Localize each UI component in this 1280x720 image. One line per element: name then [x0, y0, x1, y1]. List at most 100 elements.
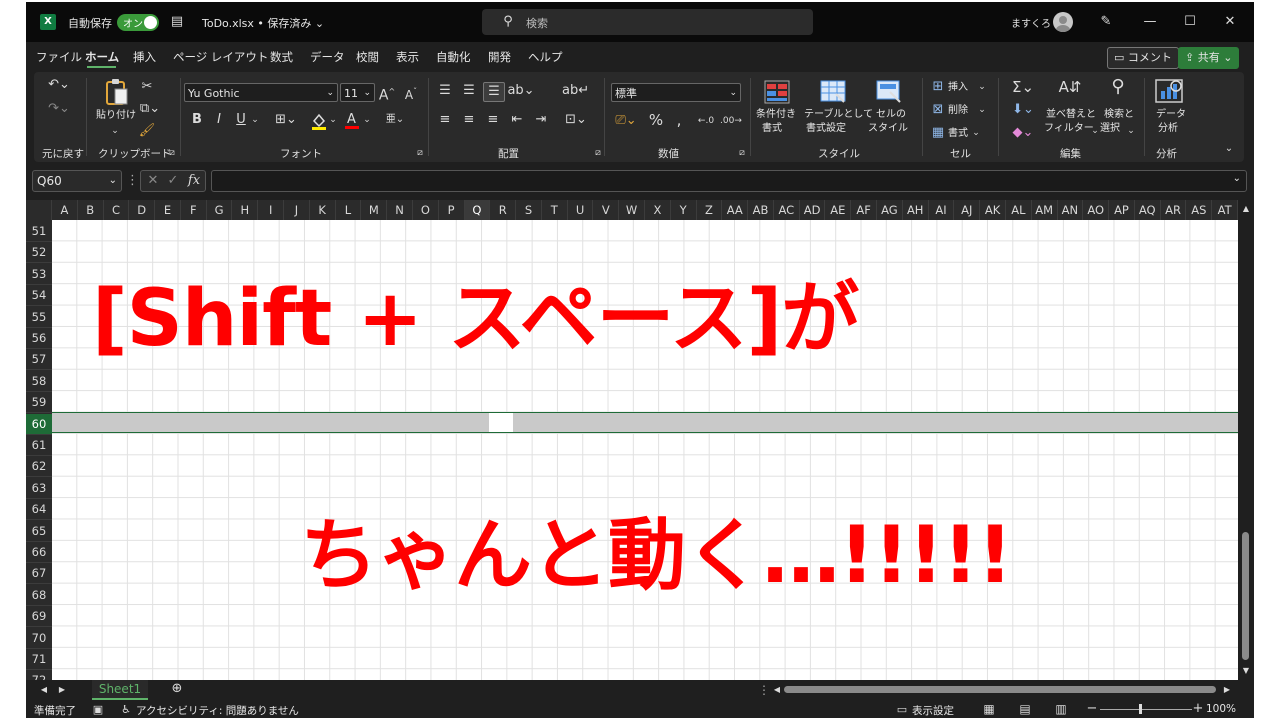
display-settings-icon[interactable]: ▭: [894, 701, 910, 718]
insert-function-icon[interactable]: fx: [185, 172, 203, 190]
column-header[interactable]: U: [568, 200, 594, 220]
format-cells-label[interactable]: 書式: [948, 127, 968, 140]
select-all-corner[interactable]: [26, 200, 52, 220]
find-select-icon[interactable]: ⚲: [1104, 78, 1132, 96]
insert-cells-label[interactable]: 挿入: [948, 81, 968, 94]
menu-data[interactable]: データ: [310, 49, 345, 65]
selected-row[interactable]: [52, 412, 1238, 433]
align-right-icon[interactable]: ≡: [484, 111, 502, 129]
increase-decimal-icon[interactable]: ←.0: [696, 112, 716, 130]
chevron-down-icon[interactable]: ⌄: [970, 124, 982, 142]
accessibility-status[interactable]: アクセシビリティ: 問題ありません: [136, 703, 299, 718]
cancel-icon[interactable]: ✕: [145, 172, 161, 190]
dialog-launcher-icon[interactable]: ⧄: [414, 144, 426, 162]
conditional-formatting-label-2[interactable]: 書式: [762, 122, 782, 135]
menu-page-layout[interactable]: ページ レイアウト: [173, 49, 268, 65]
column-header[interactable]: A: [52, 200, 78, 220]
row-header[interactable]: 60: [26, 413, 52, 435]
column-header[interactable]: S: [516, 200, 542, 220]
collapse-ribbon-icon[interactable]: ⌄: [1222, 140, 1236, 158]
column-header[interactable]: AM: [1032, 200, 1058, 220]
avatar[interactable]: [1053, 12, 1073, 32]
font-color-icon[interactable]: A: [344, 110, 360, 130]
row-header[interactable]: 58: [26, 371, 52, 392]
column-header[interactable]: K: [310, 200, 336, 220]
format-as-table-icon[interactable]: [820, 80, 846, 104]
cell-styles-icon[interactable]: [876, 80, 902, 104]
column-header[interactable]: AE: [825, 200, 852, 220]
column-header[interactable]: AI: [929, 200, 955, 220]
name-box[interactable]: Q60 ⌄: [32, 170, 122, 192]
column-header[interactable]: R: [490, 200, 517, 220]
display-settings-label[interactable]: 表示設定: [912, 703, 954, 718]
dialog-launcher-icon[interactable]: ⧄: [166, 144, 178, 162]
prev-sheet-icon[interactable]: ◀: [38, 681, 50, 699]
cell-grid[interactable]: [Shift + スペース]が ちゃんと動く…!!!!!: [52, 220, 1238, 680]
row-header[interactable]: 70: [26, 628, 52, 649]
sort-filter-label-2[interactable]: フィルター: [1044, 122, 1094, 135]
row-header[interactable]: 62: [26, 456, 52, 478]
search-box[interactable]: ⚲ 検索: [482, 9, 813, 35]
column-header[interactable]: AJ: [954, 200, 981, 220]
scroll-down-icon[interactable]: ▼: [1240, 662, 1252, 680]
zoom-in-icon[interactable]: +: [1192, 700, 1204, 718]
column-header[interactable]: X: [645, 200, 671, 220]
decrease-decimal-icon[interactable]: .00→: [720, 112, 742, 130]
borders-icon[interactable]: ⊞⌄: [272, 111, 300, 129]
grow-font-icon[interactable]: A^: [378, 83, 396, 105]
wrap-text-icon[interactable]: ab↵: [562, 82, 589, 100]
column-header[interactable]: P: [439, 200, 465, 220]
accessibility-icon[interactable]: ♿: [118, 701, 134, 718]
merge-center-icon[interactable]: ⊡⌄: [562, 111, 590, 129]
bold-button[interactable]: B: [190, 111, 204, 129]
fill-icon[interactable]: ⬇⌄: [1008, 101, 1038, 119]
column-header[interactable]: D: [129, 200, 156, 220]
column-header[interactable]: C: [104, 200, 130, 220]
row-header[interactable]: 52: [26, 242, 52, 264]
cut-icon[interactable]: ✂: [138, 78, 156, 96]
insert-cells-icon[interactable]: ⊞: [930, 78, 946, 96]
row-header[interactable]: 55: [26, 307, 52, 328]
menu-help[interactable]: ヘルプ: [528, 49, 563, 65]
column-header[interactable]: AL: [1006, 200, 1032, 220]
sort-filter-label-1[interactable]: 並べ替えと: [1046, 108, 1096, 121]
row-header[interactable]: 68: [26, 585, 52, 606]
column-header[interactable]: AD: [800, 200, 826, 220]
row-header[interactable]: 57: [26, 349, 52, 371]
orientation-icon[interactable]: ab⌄: [507, 82, 535, 100]
minimize-icon[interactable]: —: [1138, 10, 1162, 34]
underline-button[interactable]: U: [234, 111, 248, 129]
row-header[interactable]: 61: [26, 435, 52, 456]
column-header[interactable]: W: [619, 200, 645, 220]
column-header[interactable]: V: [593, 200, 620, 220]
delete-cells-icon[interactable]: ⊠: [930, 101, 946, 119]
column-header[interactable]: N: [387, 200, 413, 220]
macro-record-icon[interactable]: ▣: [90, 701, 106, 718]
analyze-data-icon[interactable]: [1154, 78, 1184, 106]
row-header[interactable]: 51: [26, 221, 52, 242]
align-bottom-icon[interactable]: ☰: [483, 82, 505, 102]
column-header[interactable]: G: [207, 200, 233, 220]
normal-view-icon[interactable]: ▦: [980, 700, 998, 718]
column-header[interactable]: AB: [748, 200, 774, 220]
cell-styles-label-2[interactable]: スタイル: [868, 122, 908, 135]
chevron-down-icon[interactable]: ⌄: [328, 111, 338, 129]
analyze-data-label-1[interactable]: データ: [1156, 108, 1186, 121]
chevron-down-icon[interactable]: ⌄: [976, 101, 988, 119]
horizontal-scroll-thumb[interactable]: [784, 686, 1216, 693]
align-middle-icon[interactable]: ☰: [460, 82, 478, 100]
column-header[interactable]: AF: [851, 200, 878, 220]
save-icon[interactable]: ▤: [168, 13, 186, 31]
menu-automate[interactable]: 自動化: [436, 49, 471, 65]
file-name-status[interactable]: ToDo.xlsx • 保存済み ⌄: [202, 15, 324, 31]
sort-filter-icon[interactable]: A⇵: [1056, 78, 1084, 96]
align-center-icon[interactable]: ≡: [460, 111, 478, 129]
autosave-toggle[interactable]: オン: [117, 14, 159, 31]
column-header[interactable]: Z: [697, 200, 723, 220]
page-break-view-icon[interactable]: ▥: [1052, 700, 1070, 718]
column-header[interactable]: AN: [1058, 200, 1084, 220]
chevron-down-icon[interactable]: ⌄: [362, 111, 372, 129]
column-header[interactable]: L: [336, 200, 362, 220]
chevron-down-icon[interactable]: ⌄: [1126, 122, 1136, 140]
decrease-indent-icon[interactable]: ⇤: [508, 111, 526, 129]
